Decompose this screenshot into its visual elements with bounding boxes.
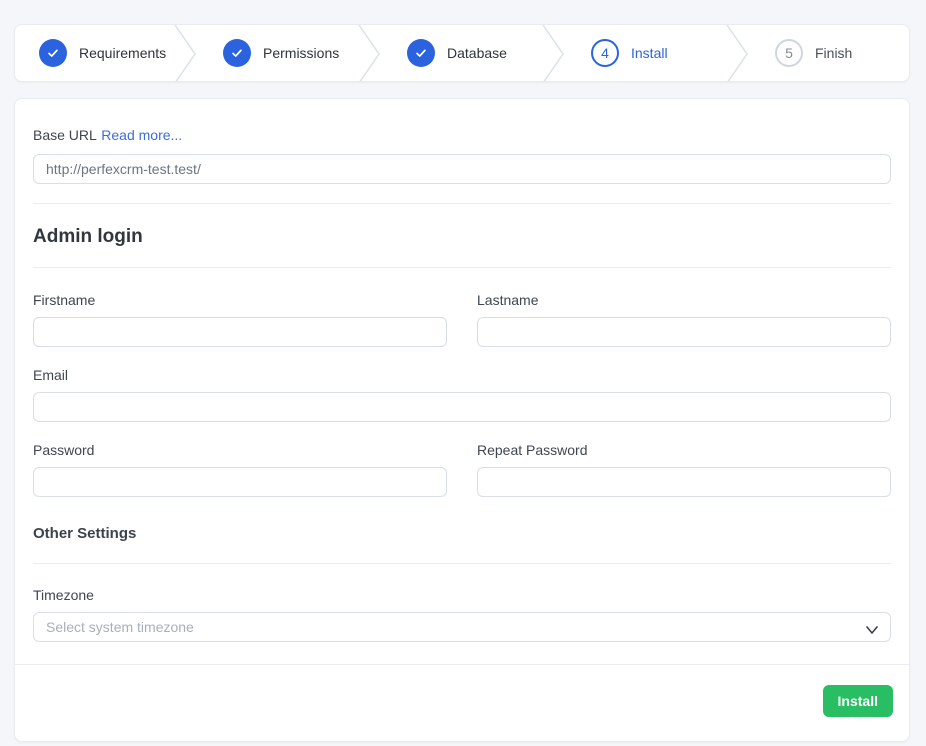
chevron-separator-icon [173, 25, 199, 81]
page: Requirements Permissions Database 4 Inst… [0, 0, 926, 742]
step-label: Install [631, 45, 668, 61]
password-field-group: Password [33, 442, 447, 497]
check-icon [39, 39, 67, 67]
chevron-separator-icon [541, 25, 567, 81]
lastname-input[interactable] [477, 317, 891, 347]
firstname-field-group: Firstname [33, 292, 447, 347]
chevron-down-icon [866, 622, 878, 632]
read-more-link[interactable]: Read more... [101, 127, 182, 143]
step-number: 4 [591, 39, 619, 67]
lastname-field-group: Lastname [477, 292, 891, 347]
divider [33, 563, 891, 564]
timezone-label: Timezone [33, 587, 891, 603]
repeat-password-input[interactable] [477, 467, 891, 497]
check-icon [223, 39, 251, 67]
step-label: Requirements [79, 45, 166, 61]
chevron-separator-icon [725, 25, 751, 81]
divider [33, 203, 891, 204]
chevron-separator-icon [357, 25, 383, 81]
step-label: Permissions [263, 45, 339, 61]
step-permissions[interactable]: Permissions [199, 25, 357, 81]
password-input[interactable] [33, 467, 447, 497]
email-label: Email [33, 367, 891, 383]
repeat-password-label: Repeat Password [477, 442, 891, 458]
timezone-placeholder: Select system timezone [46, 619, 194, 635]
step-database[interactable]: Database [383, 25, 541, 81]
step-label: Finish [815, 45, 852, 61]
install-form-card: Base URL Read more... Admin login Firstn… [14, 98, 910, 742]
base-url-input[interactable] [33, 154, 891, 184]
firstname-label: Firstname [33, 292, 447, 308]
base-url-label: Base URL [33, 127, 97, 143]
password-label: Password [33, 442, 447, 458]
install-button[interactable]: Install [823, 685, 893, 717]
timezone-select[interactable]: Select system timezone [33, 612, 891, 642]
admin-login-heading: Admin login [33, 226, 891, 248]
form-footer: Install [15, 664, 909, 741]
repeat-password-field-group: Repeat Password [477, 442, 891, 497]
step-number: 5 [775, 39, 803, 67]
firstname-input[interactable] [33, 317, 447, 347]
divider [33, 267, 891, 268]
check-icon [407, 39, 435, 67]
step-requirements[interactable]: Requirements [15, 25, 173, 81]
step-label: Database [447, 45, 507, 61]
step-install[interactable]: 4 Install [567, 25, 725, 81]
install-stepper: Requirements Permissions Database 4 Inst… [14, 24, 910, 82]
step-finish[interactable]: 5 Finish [751, 25, 909, 81]
other-settings-heading: Other Settings [33, 525, 891, 542]
email-field-group: Email [33, 367, 891, 422]
lastname-label: Lastname [477, 292, 891, 308]
email-input[interactable] [33, 392, 891, 422]
